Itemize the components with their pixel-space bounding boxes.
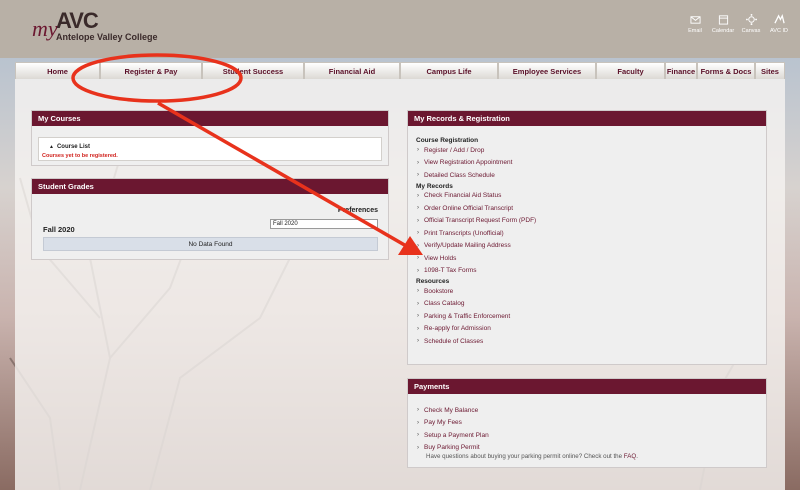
annotation-circle (71, 53, 243, 103)
annotation-arrow-line (157, 101, 409, 249)
red-annotation-overlay (71, 53, 423, 255)
annotation-arrowhead (398, 236, 423, 255)
